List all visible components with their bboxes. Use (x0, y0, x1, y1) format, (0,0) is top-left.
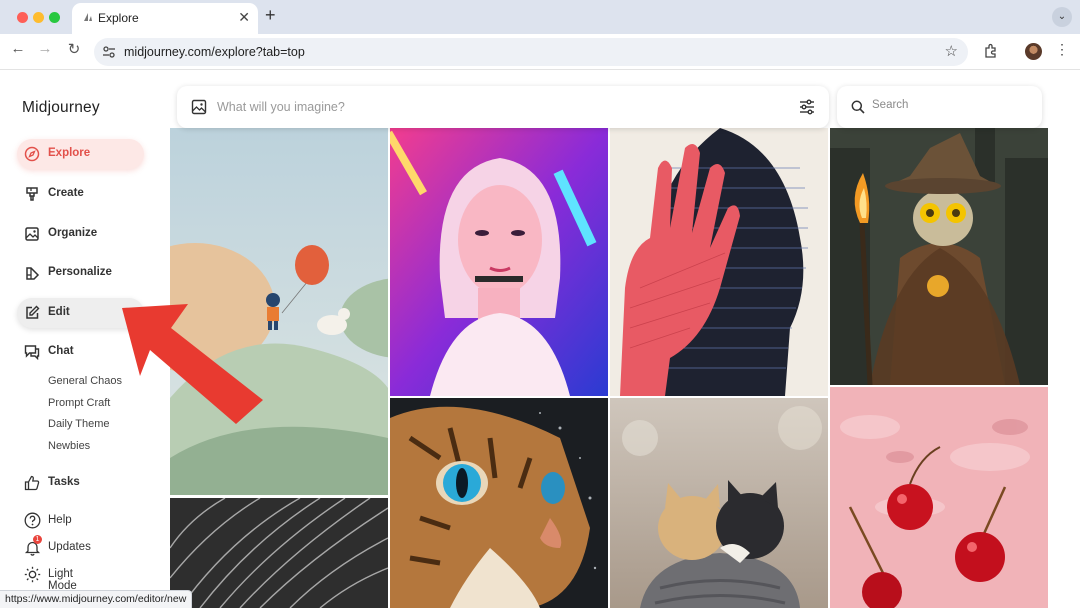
settings-sliders-icon[interactable] (799, 99, 815, 115)
updates-badge: 1 (33, 535, 42, 544)
help-circle-icon (24, 512, 41, 529)
chat-channel-general-chaos[interactable]: General Chaos (48, 375, 122, 387)
help-label: Help (48, 514, 72, 526)
sidebar-item-tasks[interactable]: Tasks (17, 468, 144, 498)
extensions-puzzle-icon[interactable] (983, 43, 999, 59)
sidebar-item-label: Explore (48, 147, 91, 159)
annotation-arrow (122, 304, 263, 424)
sidebar-item-organize[interactable]: Organize (17, 219, 144, 249)
prompt-input[interactable] (217, 97, 777, 117)
brush-icon (26, 187, 38, 201)
brand-logo[interactable]: Midjourney (22, 99, 100, 117)
address-bar[interactable]: midjourney.com/explore?tab=top ☆ (94, 38, 968, 66)
gallery-image-neon-portrait[interactable] (390, 128, 608, 396)
search-icon (851, 100, 865, 114)
close-tab-icon[interactable]: ✕ (238, 9, 250, 26)
maximize-window-button[interactable] (49, 12, 60, 23)
palette-icon (26, 267, 40, 280)
image-upload-icon[interactable] (191, 99, 207, 115)
chat-icon (24, 345, 40, 360)
sidebar-item-label: Create (48, 187, 84, 199)
search-input[interactable] (872, 99, 1032, 111)
sidebar-item-label: Chat (48, 345, 74, 357)
image-icon (25, 227, 39, 241)
browser-tab-explore[interactable]: Explore ✕ (72, 3, 258, 34)
status-bar-link-preview: https://www.midjourney.com/editor/new (0, 590, 193, 608)
gallery-image-two-kittens[interactable] (610, 398, 828, 608)
updates-label: Updates (48, 541, 91, 553)
sidebar-item-personalize[interactable]: Personalize (17, 258, 144, 288)
sidebar-item-explore[interactable]: Explore (17, 139, 144, 169)
site-settings-icon[interactable] (102, 45, 116, 59)
sun-icon (24, 566, 41, 583)
chat-channel-prompt-craft[interactable]: Prompt Craft (48, 397, 110, 409)
light-mode-label: Light Mode (48, 568, 77, 592)
close-window-button[interactable] (17, 12, 28, 23)
forward-arrow-icon[interactable]: → (35, 40, 55, 57)
back-arrow-icon[interactable]: ← (8, 40, 28, 57)
sidebar-item-label: Edit (48, 306, 70, 318)
search-box (837, 86, 1042, 128)
gallery-image-gray-feathers[interactable] (170, 498, 388, 608)
tab-title: Explore (98, 11, 139, 25)
midjourney-favicon-icon (84, 13, 92, 21)
edit-icon (26, 305, 40, 319)
sidebar-item-label: Personalize (48, 266, 112, 278)
sidebar-item-create[interactable]: Create (17, 179, 144, 209)
explore-gallery (170, 128, 1050, 608)
compass-icon (24, 146, 40, 162)
browser-toolbar: ← → ↻ midjourney.com/explore?tab=top ☆ ⋮ (0, 34, 1080, 70)
new-tab-button[interactable]: + (265, 5, 276, 26)
bookmark-star-icon[interactable]: ☆ (945, 42, 958, 60)
prompt-bar (177, 86, 829, 128)
browser-menu-icon[interactable]: ⋮ (1055, 41, 1069, 58)
sidebar-item-label: Organize (48, 227, 98, 239)
chat-channel-newbies[interactable]: Newbies (48, 440, 90, 452)
minimize-window-button[interactable] (33, 12, 44, 23)
url-text[interactable]: midjourney.com/explore?tab=top (124, 45, 305, 59)
tab-search-chevron-icon[interactable]: ⌄ (1052, 7, 1072, 27)
browser-titlebar: Explore ✕ + ⌄ (0, 0, 1080, 34)
gallery-image-line-art-face[interactable] (610, 128, 828, 396)
gallery-image-cherries[interactable] (830, 387, 1048, 608)
gallery-image-cat-blue-eyes[interactable] (390, 398, 608, 608)
sidebar-item-label: Tasks (48, 476, 80, 488)
reload-icon[interactable]: ↻ (64, 40, 84, 58)
thumbs-up-icon (24, 475, 40, 491)
chat-channel-daily-theme[interactable]: Daily Theme (48, 418, 110, 430)
gallery-image-skeleton-wizard[interactable] (830, 128, 1048, 385)
profile-avatar[interactable] (1025, 43, 1042, 60)
